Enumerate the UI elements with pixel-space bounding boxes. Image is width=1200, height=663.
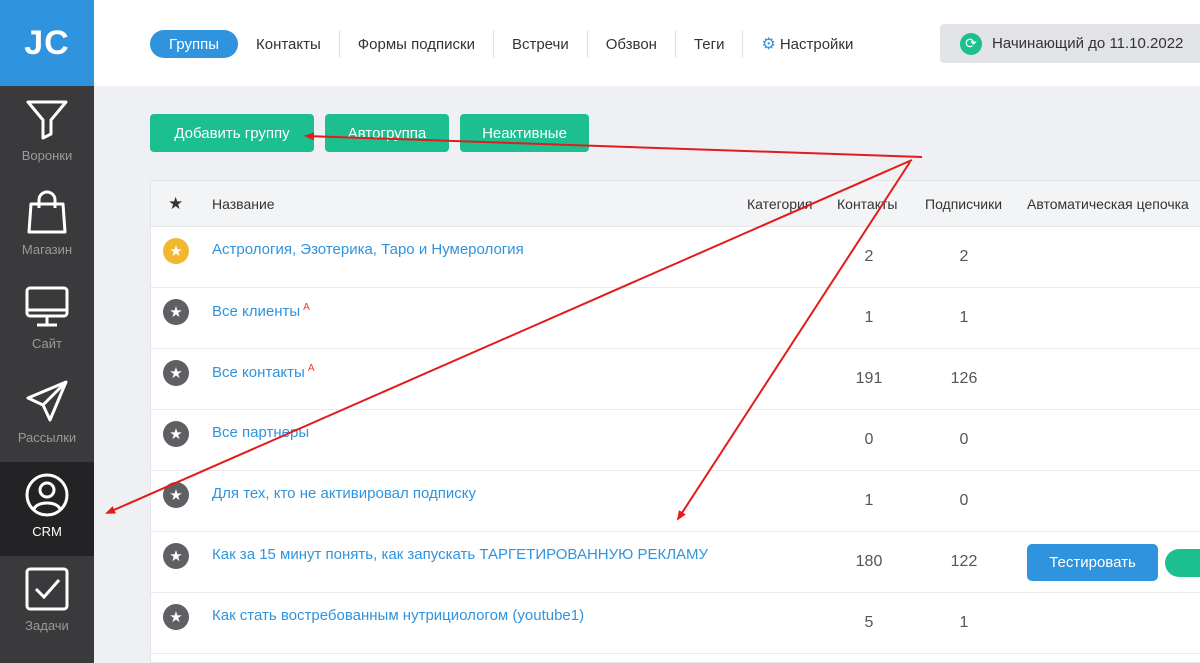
subscribers-count: 0 — [959, 492, 969, 509]
refresh-icon: ⟳ — [960, 32, 982, 55]
tab-groups[interactable]: Группы — [150, 30, 238, 58]
tab-meetings[interactable]: Встречи — [494, 30, 588, 58]
contacts-count: 1 — [864, 309, 874, 326]
contacts-count: 180 — [855, 553, 883, 570]
table-row: ★ Все контакты А 191 126 — [151, 349, 1200, 410]
gear-icon: ⚙ — [761, 36, 776, 53]
tab-subscription-forms[interactable]: Формы подписки — [340, 30, 494, 58]
sidebar-item-site[interactable]: Сайт — [0, 274, 94, 368]
group-name-link[interactable]: Все клиенты А — [212, 302, 310, 320]
crm-tabs: Группы Контакты Формы подписки Встречи О… — [150, 30, 871, 58]
sidebar-item-label: Сайт — [32, 336, 62, 351]
sidebar-item-label: Магазин — [21, 242, 73, 257]
column-contacts[interactable]: Контакты — [837, 196, 897, 212]
table-row: ★ Все партнеры 0 0 — [151, 410, 1200, 471]
group-name-link[interactable]: Все партнеры — [212, 424, 309, 441]
star-header-icon[interactable]: ★ — [168, 194, 183, 214]
subscribers-count: 1 — [959, 614, 969, 631]
auto-mark: А — [303, 302, 310, 313]
sidebar-item-crm[interactable]: CRM — [0, 462, 94, 556]
sidebar-item-label: Рассылки — [17, 430, 77, 445]
column-auto-chain[interactable]: Автоматическая цепочка — [1027, 196, 1189, 212]
column-name[interactable]: Название — [212, 196, 275, 212]
column-subscribers[interactable]: Подписчики — [925, 196, 1002, 212]
sidebar: JC Воронки Магазин Сайт Рассылки CRM Зад… — [0, 0, 94, 663]
add-group-button[interactable]: Добавить группу — [150, 114, 314, 152]
group-name-link[interactable]: Как за 15 минут понять, как запускать ТА… — [212, 546, 708, 563]
contacts-count: 0 — [864, 431, 874, 448]
tab-tags[interactable]: Теги — [676, 30, 744, 58]
auto-mark: А — [307, 363, 315, 374]
tab-settings-label: Настройки — [779, 35, 854, 53]
group-name-link[interactable]: Астрология, Эзотерика, Таро и Нумерологи… — [212, 241, 524, 258]
autogroup-button[interactable]: Автогруппа — [325, 114, 449, 152]
checkbox-icon — [24, 566, 70, 612]
shopping-bag-icon — [24, 190, 70, 236]
inactive-button[interactable]: Неактивные — [460, 114, 589, 152]
sidebar-item-funnels[interactable]: Воронки — [0, 86, 94, 180]
table-row: ★ Астрология, Эзотерика, Таро и Нумероло… — [151, 227, 1200, 288]
monitor-icon — [24, 284, 70, 330]
table-row: ★ Все клиенты А 1 1 — [151, 288, 1200, 349]
top-bar: Группы Контакты Формы подписки Встречи О… — [94, 0, 1200, 86]
tab-calls[interactable]: Обзвон — [588, 30, 676, 58]
star-icon[interactable]: ★ — [163, 360, 189, 386]
contacts-count: 2 — [864, 248, 874, 265]
star-icon[interactable]: ★ — [163, 482, 189, 508]
groups-table: ★ Название Категория Контакты Подписчики… — [150, 180, 1200, 663]
table-row: ★ Для тех, кто не активировал подписку 1… — [151, 471, 1200, 532]
subscribers-count: 0 — [959, 431, 969, 448]
paper-plane-icon — [24, 378, 70, 424]
sidebar-item-shop[interactable]: Магазин — [0, 180, 94, 274]
sidebar-item-label: Задачи — [25, 618, 69, 633]
plan-label: Начинающий до 11.10.2022 — [992, 35, 1184, 52]
user-circle-icon — [24, 472, 70, 518]
tab-contacts[interactable]: Контакты — [238, 30, 340, 58]
table-header: ★ Название Категория Контакты Подписчики… — [151, 181, 1200, 227]
star-icon[interactable]: ★ — [163, 421, 189, 447]
star-icon[interactable]: ★ — [163, 238, 189, 264]
subscribers-count: 122 — [950, 553, 978, 570]
sidebar-item-label: CRM — [32, 524, 62, 539]
subscribers-count: 1 — [959, 309, 969, 326]
column-category[interactable]: Категория — [747, 196, 812, 212]
chain-toggle[interactable] — [1165, 549, 1200, 577]
contacts-count: 1 — [864, 492, 874, 509]
plan-badge[interactable]: ⟳ Начинающий до 11.10.2022 — [940, 24, 1200, 63]
table-row: ★ Как за 15 минут понять, как запускать … — [151, 532, 1200, 593]
star-icon[interactable]: ★ — [163, 543, 189, 569]
sidebar-item-mailings[interactable]: Рассылки — [0, 368, 94, 462]
tab-settings[interactable]: ⚙ Настройки — [743, 30, 871, 58]
subscribers-count: 126 — [950, 370, 978, 387]
contacts-count: 191 — [855, 370, 883, 387]
test-chain-button[interactable]: Тестировать — [1027, 544, 1158, 581]
star-icon[interactable]: ★ — [163, 299, 189, 325]
funnel-icon — [24, 96, 70, 142]
group-name-link[interactable]: Как стать востребованным нутрициологом (… — [212, 607, 584, 624]
sidebar-item-tasks[interactable]: Задачи — [0, 556, 94, 650]
app-logo[interactable]: JC — [0, 0, 94, 86]
table-row: ★ Как стать востребованным нутрициологом… — [151, 593, 1200, 654]
group-name-link[interactable]: Для тех, кто не активировал подписку — [212, 485, 476, 502]
contacts-count: 5 — [864, 614, 874, 631]
subscribers-count: 2 — [959, 248, 969, 265]
sidebar-item-label: Воронки — [21, 148, 73, 163]
group-name-link[interactable]: Все контакты А — [212, 363, 314, 381]
star-icon[interactable]: ★ — [163, 604, 189, 630]
